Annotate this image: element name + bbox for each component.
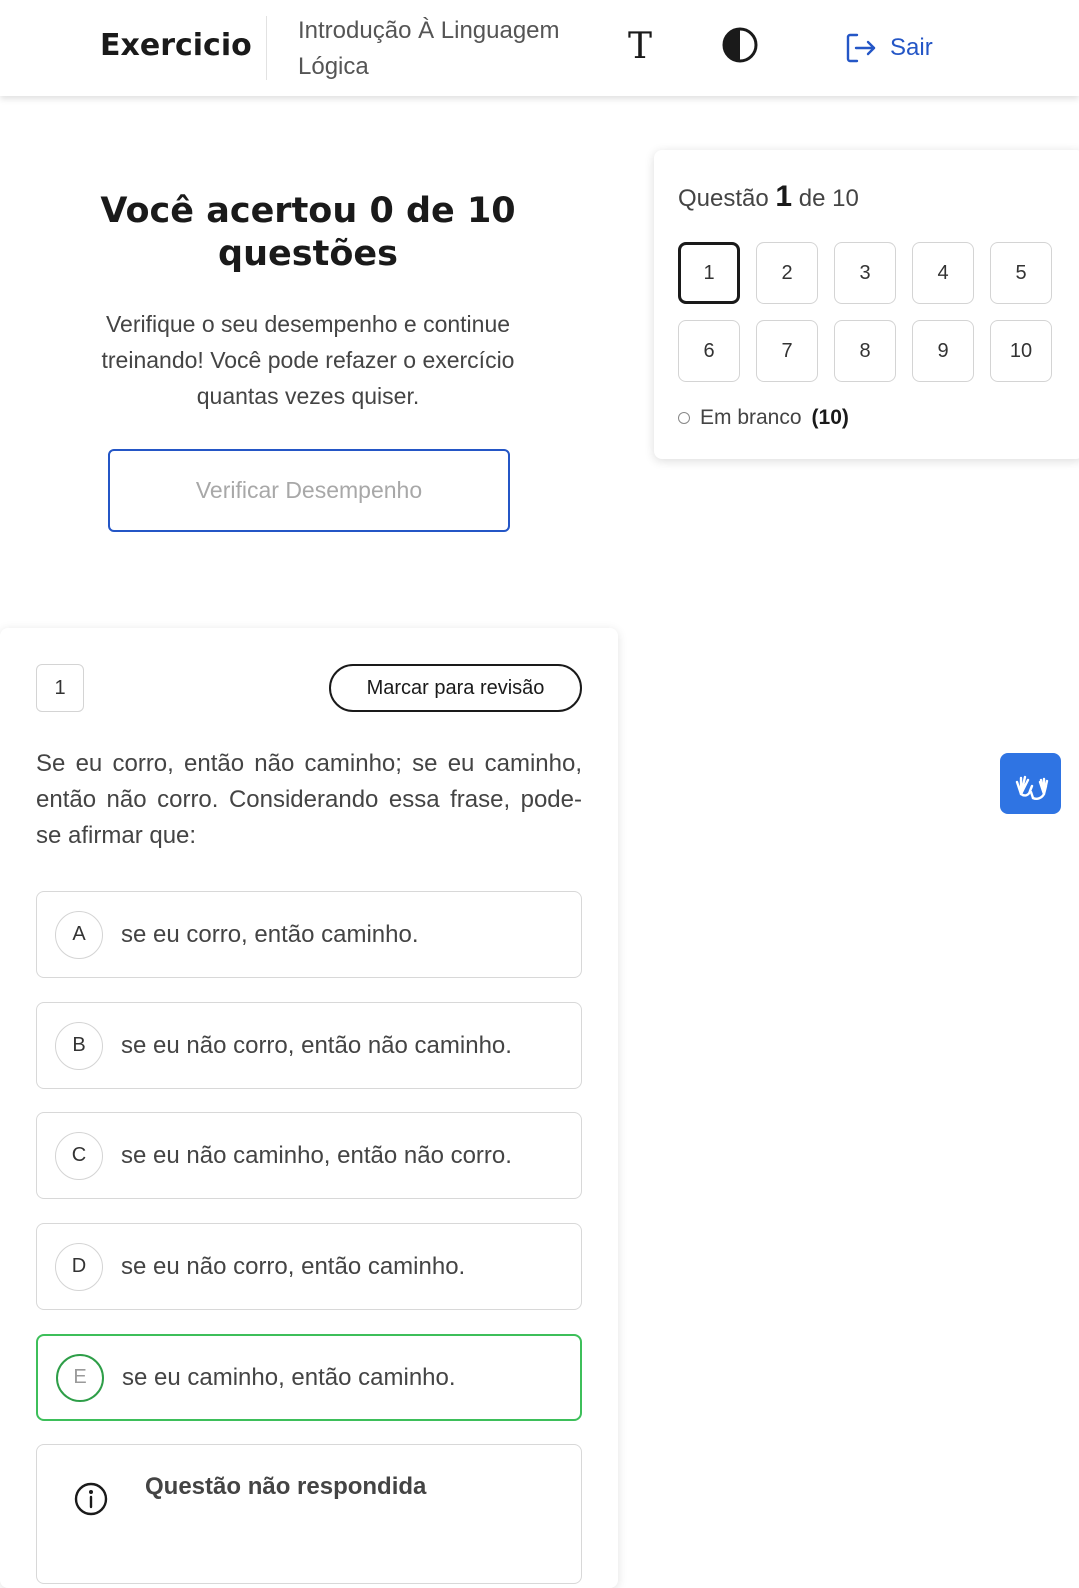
course-title: Introdução À Linguagem Lógica	[298, 17, 560, 80]
question-nav-8[interactable]: 8	[834, 320, 896, 382]
option-letter: E	[56, 1353, 104, 1402]
mark-for-review-button[interactable]: Marcar para revisão	[329, 664, 582, 712]
question-statement: Se eu corro, então não caminho; se eu ca…	[36, 750, 582, 849]
navigator-suffix: de 10	[798, 185, 859, 212]
logout-button[interactable]: Sair	[844, 28, 933, 68]
question-nav-5[interactable]: 5	[990, 242, 1052, 304]
navigator-current: 1	[775, 180, 793, 213]
verify-performance-button[interactable]: Verificar Desempenho	[108, 449, 510, 532]
question-nav-9[interactable]: 9	[912, 320, 974, 382]
font-size-button[interactable]: T	[618, 22, 662, 70]
font-size-icon: T	[627, 25, 652, 67]
navigator-heading: Questão 1 de 10	[678, 180, 859, 214]
question-nav-2[interactable]: 2	[756, 242, 818, 304]
question-nav-1[interactable]: 1	[678, 242, 740, 304]
question-nav-6[interactable]: 6	[678, 320, 740, 382]
logout-label: Sair	[890, 34, 933, 61]
option-text: se eu não corro, então não caminho.	[121, 1031, 512, 1059]
question-nav-7[interactable]: 7	[756, 320, 818, 382]
option-text: se eu não corro, então caminho.	[121, 1252, 466, 1280]
sign-language-button[interactable]	[1000, 753, 1061, 814]
sign-language-icon	[1015, 775, 1048, 800]
logout-icon	[846, 33, 876, 63]
option-d[interactable]: D se eu não corro, então caminho.	[36, 1223, 582, 1310]
result-title: Você acertou 0 de 10 questões	[100, 191, 516, 274]
info-icon	[74, 1482, 108, 1516]
blank-dot-icon	[678, 412, 690, 424]
feedback-text: Questão não respondida	[145, 1473, 427, 1500]
option-b[interactable]: B se eu não corro, então não caminho.	[36, 1002, 582, 1089]
option-e[interactable]: E se eu caminho, então caminho.	[36, 1334, 582, 1421]
option-letter: A	[55, 910, 103, 959]
option-letter: B	[55, 1021, 103, 1070]
blank-legend-label: Em branco	[700, 406, 802, 429]
option-letter: D	[55, 1242, 103, 1291]
option-letter: C	[55, 1131, 103, 1180]
question-card: 1 Marcar para revisão Se eu corro, então…	[0, 628, 618, 1588]
blank-legend-count: (10)	[811, 406, 849, 429]
feedback-box: Questão não respondida	[36, 1444, 582, 1584]
navigator-prefix: Questão	[678, 185, 769, 212]
question-nav-10[interactable]: 10	[990, 320, 1052, 382]
option-text: se eu caminho, então caminho.	[122, 1363, 456, 1391]
option-text: se eu corro, então caminho.	[121, 920, 419, 948]
question-number-grid: 1 2 3 4 5 6 7 8 9 10	[678, 242, 1056, 382]
question-nav-3[interactable]: 3	[834, 242, 896, 304]
blank-legend: Em branco (10)	[678, 406, 849, 430]
header-divider	[266, 16, 267, 80]
option-a[interactable]: A se eu corro, então caminho.	[36, 891, 582, 978]
contrast-button[interactable]	[718, 22, 762, 68]
question-number: 1	[36, 664, 84, 712]
top-bar: Exercicio Introdução À Linguagem Lógica …	[0, 0, 1079, 96]
contrast-icon	[722, 27, 758, 63]
question-navigator: Questão 1 de 10 1 2 3 4 5 6 7 8 9 10 Em …	[654, 150, 1079, 459]
option-text: se eu não caminho, então não corro.	[121, 1141, 512, 1169]
question-nav-4[interactable]: 4	[912, 242, 974, 304]
brand-title: Exercicio	[100, 28, 252, 63]
result-description: Verifique o seu desempenho e continue tr…	[101, 311, 515, 409]
option-c[interactable]: C se eu não caminho, então não corro.	[36, 1112, 582, 1199]
